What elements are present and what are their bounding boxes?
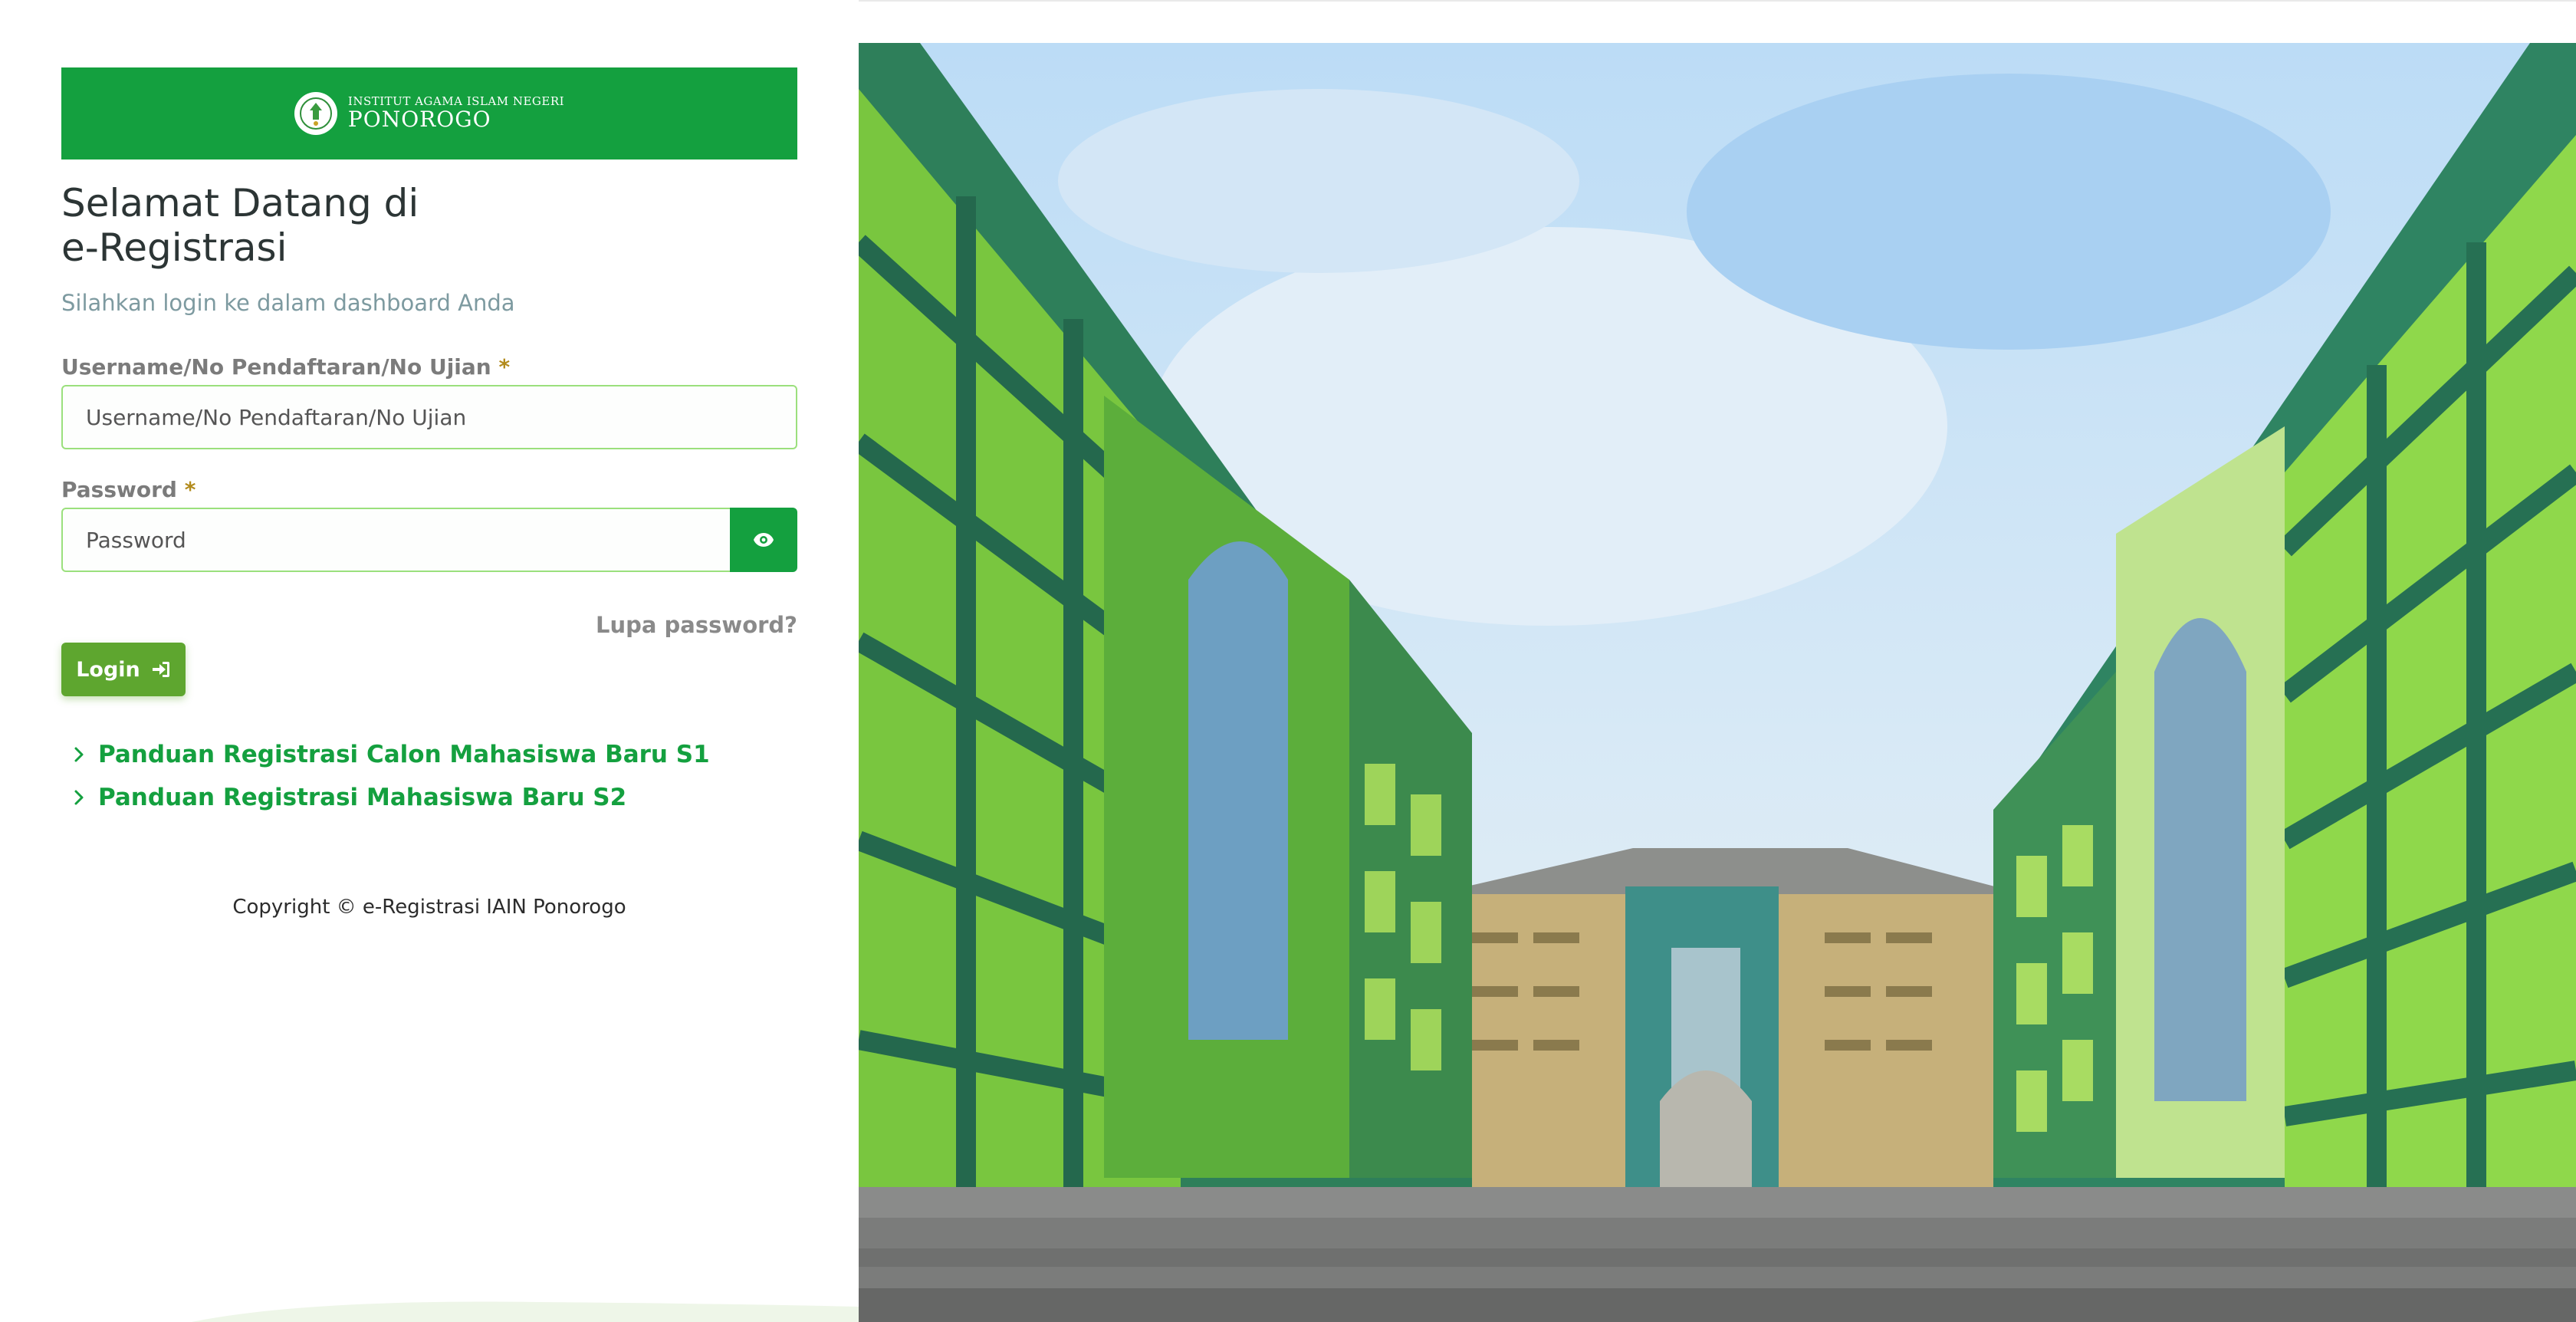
- brand-logo: INSTITUT AGAMA ISLAM NEGERI PONOROGO: [294, 92, 564, 135]
- brand-header: INSTITUT AGAMA ISLAM NEGERI PONOROGO: [61, 67, 797, 159]
- title-line-1: Selamat Datang di: [61, 181, 419, 225]
- password-label-text: Password: [61, 477, 177, 502]
- chevron-right-icon: [74, 790, 84, 805]
- copyright-text: Copyright © e-Registrasi IAIN Ponorogo: [232, 896, 626, 919]
- guide-link-label: Panduan Registrasi Mahasiswa Baru S2: [98, 784, 627, 811]
- toggle-password-button[interactable]: [730, 508, 797, 572]
- decorative-wave: [192, 1301, 859, 1322]
- eye-icon: [754, 533, 774, 547]
- login-button-label: Login: [76, 657, 140, 682]
- username-input[interactable]: [61, 385, 797, 449]
- login-panel: INSTITUT AGAMA ISLAM NEGERI PONOROGO Sel…: [0, 0, 859, 1322]
- required-mark: *: [498, 354, 511, 380]
- page-title: Selamat Datang di e-Registrasi: [61, 181, 598, 270]
- campus-photo: [859, 43, 2576, 1322]
- forgot-password-link[interactable]: Lupa password?: [596, 612, 797, 638]
- required-mark: *: [184, 477, 196, 502]
- login-button[interactable]: Login: [61, 643, 186, 696]
- username-label-text: Username/No Pendaftaran/No Ujian: [61, 354, 491, 380]
- guide-link-s1[interactable]: Panduan Registrasi Calon Mahasiswa Baru …: [74, 741, 710, 768]
- guide-link-label: Panduan Registrasi Calon Mahasiswa Baru …: [98, 741, 710, 768]
- iain-logo-icon: [294, 92, 337, 135]
- username-label: Username/No Pendaftaran/No Ujian *: [61, 354, 510, 380]
- page-subtitle: Silahkan login ke dalam dashboard Anda: [61, 290, 515, 316]
- sign-in-icon: [152, 662, 169, 677]
- password-input[interactable]: [61, 508, 731, 572]
- guide-link-s2[interactable]: Panduan Registrasi Mahasiswa Baru S2: [74, 784, 626, 811]
- chevron-right-icon: [74, 747, 84, 762]
- password-label: Password *: [61, 477, 196, 502]
- brand-institution-name: PONOROGO: [347, 107, 491, 133]
- title-line-2: e-Registrasi: [61, 225, 288, 270]
